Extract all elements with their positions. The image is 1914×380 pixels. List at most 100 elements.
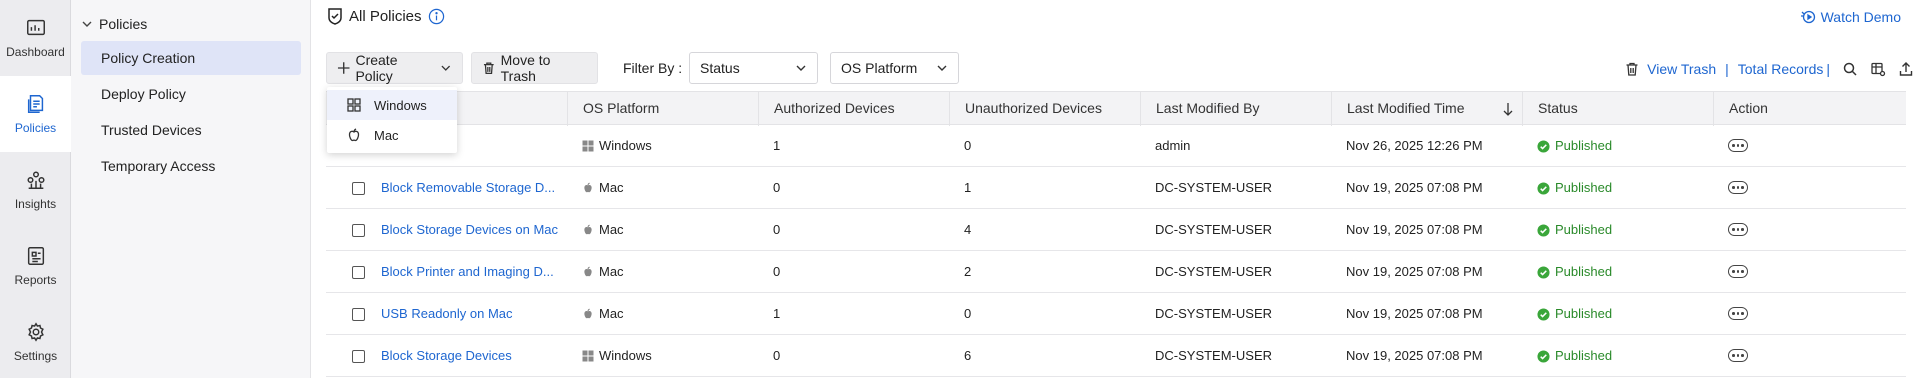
search-button[interactable] [1842, 61, 1858, 77]
column-header-os-platform[interactable]: OS Platform [567, 92, 758, 126]
menu-item-mac[interactable]: Mac [327, 120, 457, 150]
watch-demo-link[interactable]: Watch Demo [1800, 9, 1901, 25]
os-platform-value: Windows [599, 348, 652, 363]
published-check-icon [1537, 265, 1550, 279]
row-actions-button[interactable] [1728, 181, 1748, 194]
toolbar-separator: | [1725, 61, 1729, 77]
export-button[interactable] [1898, 61, 1914, 77]
subnav-item-deploy-policy[interactable]: Deploy Policy [81, 77, 301, 111]
os-platform-cell: Mac [567, 293, 758, 335]
policy-name-link[interactable]: Block Removable Storage D... [366, 167, 567, 209]
row-checkbox[interactable] [352, 182, 365, 195]
windows-icon [582, 140, 594, 152]
total-records-link[interactable]: Total Records [1738, 61, 1824, 77]
os-platform-filter-select[interactable]: OS Platform [830, 52, 959, 84]
status-cell: Published [1522, 167, 1713, 209]
rail-item-dashboard[interactable]: Dashboard [0, 0, 71, 76]
view-trash-link[interactable]: View Trash [1647, 61, 1716, 77]
row-actions-button[interactable] [1728, 307, 1748, 320]
last-modified-time-cell: Nov 19, 2025 07:08 PM [1346, 348, 1483, 363]
column-header-status[interactable]: Status [1522, 92, 1713, 126]
row-actions-button[interactable] [1728, 223, 1748, 236]
status-cell: Published [1522, 335, 1713, 377]
rail-item-settings[interactable]: Settings [0, 304, 71, 380]
page-title-row: All Policies [326, 7, 445, 25]
subnav-item-temporary-access[interactable]: Temporary Access [81, 149, 301, 183]
subnav-heading[interactable]: Policies [81, 16, 147, 32]
os-platform-cell: Mac [567, 167, 758, 209]
subnav-item-policy-creation[interactable]: Policy Creation [81, 41, 301, 75]
table-settings-icon [1871, 62, 1886, 77]
chevron-down-icon [796, 65, 806, 71]
os-platform-cell: Mac [567, 209, 758, 251]
policy-name-link[interactable]: Block Storage Devices on Mac [366, 209, 567, 251]
row-actions-button[interactable] [1728, 349, 1748, 362]
authorized-devices-cell: 0 [773, 264, 781, 279]
column-header-authorized-devices[interactable]: Authorized Devices [758, 92, 949, 126]
policy-name-link[interactable]: Block Printer and Imaging D... [366, 251, 567, 293]
status-badge: Published [1537, 251, 1713, 293]
published-check-icon [1537, 307, 1550, 321]
more-dot [1736, 144, 1740, 147]
shield-check-icon [328, 8, 342, 25]
apple-icon [584, 308, 592, 319]
row-checkbox[interactable] [352, 308, 365, 321]
last-modified-time-cell: Nov 19, 2025 07:08 PM [1346, 180, 1483, 195]
rail-item-policies[interactable]: Policies [0, 76, 71, 152]
watch-demo-label: Watch Demo [1820, 9, 1901, 25]
row-checkbox[interactable] [352, 350, 365, 363]
rail-item-reports[interactable]: Reports [0, 228, 71, 304]
rail-item-insights[interactable]: Insights [0, 152, 71, 228]
rail-label-reports: Reports [14, 273, 57, 287]
policy-name-link[interactable]: Block Storage Devices [366, 335, 567, 377]
status-badge: Published [1537, 209, 1713, 251]
authorized-devices-cell: 1 [773, 138, 781, 153]
subnav-item-trusted-devices[interactable]: Trusted Devices [81, 113, 301, 147]
trash-icon [1626, 62, 1638, 76]
status-cell: Published [1522, 251, 1713, 293]
table-row: Block Printer and Imaging D... Mac 0 2 DC-SY… [326, 251, 1906, 293]
row-checkbox[interactable] [352, 224, 365, 237]
more-dot [1736, 354, 1740, 357]
os-platform-cell: Windows [567, 335, 758, 377]
apple-icon [584, 266, 592, 277]
last-modified-by-cell: DC-SYSTEM-USER [1155, 264, 1273, 279]
info-icon[interactable] [428, 8, 445, 25]
toolbar: Create Policy Move to Trash Filter By : … [326, 52, 1914, 84]
table-row: ExceptionWindows10adminNov 26, 2025 12:2… [326, 125, 1906, 167]
table-row: Block Removable Storage D... Mac 0 1 DC-SYST… [326, 167, 1906, 209]
column-header-last-modified-time[interactable]: Last Modified Time [1331, 92, 1522, 126]
policy-name-link[interactable]: USB Readonly on Mac [366, 293, 567, 335]
move-to-trash-button[interactable]: Move to Trash [471, 52, 598, 84]
row-checkbox[interactable] [352, 266, 365, 279]
create-policy-menu: Windows Mac [327, 87, 457, 153]
os-platform-cell: Mac [567, 251, 758, 293]
more-dot [1732, 270, 1735, 273]
toolbar-separator: | [1826, 61, 1830, 77]
more-dot [1736, 186, 1740, 189]
unauthorized-devices-cell: 0 [964, 138, 972, 153]
insights-icon [26, 171, 45, 189]
more-dot [1741, 312, 1744, 315]
trash-icon [483, 62, 494, 74]
more-dot [1732, 144, 1735, 147]
table-row: USB Readonly on Mac Mac 1 0 DC-SYSTEM-USER No… [326, 293, 1906, 335]
published-check-icon [1537, 349, 1550, 363]
row-actions-button[interactable] [1728, 265, 1748, 278]
status-value: Published [1555, 138, 1613, 153]
column-settings-button[interactable] [1870, 61, 1886, 77]
create-policy-button[interactable]: Create Policy [326, 52, 463, 84]
search-icon [1843, 62, 1857, 76]
os-platform-value: Mac [599, 180, 624, 195]
os-platform-value: Mac [599, 306, 624, 321]
sort-descending-icon[interactable] [1502, 102, 1514, 116]
row-actions-button[interactable] [1728, 139, 1748, 152]
more-dot [1732, 312, 1735, 315]
menu-item-windows[interactable]: Windows [327, 90, 457, 120]
status-filter-select[interactable]: Status [689, 52, 818, 84]
status-value: Published [1555, 306, 1613, 321]
last-modified-time-cell: Nov 19, 2025 07:08 PM [1346, 264, 1483, 279]
column-header-unauthorized-devices[interactable]: Unauthorized Devices [949, 92, 1140, 126]
os-platform-value: Mac [599, 222, 624, 237]
column-header-last-modified-by[interactable]: Last Modified By [1140, 92, 1331, 126]
